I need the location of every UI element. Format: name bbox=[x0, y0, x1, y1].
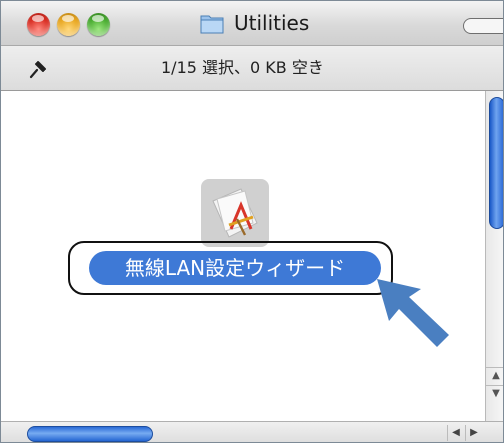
scroll-up-arrow-icon[interactable]: ▲ bbox=[486, 367, 503, 384]
status-bar: 1/15 選択、0 KB 空き bbox=[1, 46, 503, 91]
horizontal-scroll-thumb[interactable] bbox=[27, 426, 153, 442]
zoom-button[interactable] bbox=[87, 13, 110, 36]
scroll-right-arrow-icon[interactable]: ▶ bbox=[465, 425, 482, 441]
minimize-button[interactable] bbox=[57, 13, 80, 36]
scroll-down-arrow-icon[interactable]: ▼ bbox=[486, 385, 503, 402]
folder-icon bbox=[200, 15, 224, 34]
application-icon[interactable] bbox=[201, 179, 269, 247]
status-text: 1/15 選択、0 KB 空き bbox=[161, 58, 324, 77]
vertical-scroll-thumb[interactable] bbox=[489, 97, 503, 229]
file-label[interactable]: 無線LAN設定ウィザード bbox=[89, 251, 381, 285]
window-title: Utilities bbox=[234, 11, 310, 35]
toolbar-toggle-button[interactable] bbox=[463, 18, 503, 34]
pin-icon bbox=[29, 61, 46, 79]
close-button[interactable] bbox=[27, 13, 50, 36]
vertical-scrollbar[interactable]: ▲ ▼ bbox=[485, 91, 503, 421]
scroll-left-arrow-icon[interactable]: ◀ bbox=[447, 425, 464, 441]
finder-window: Utilities 1/15 選択、0 KB 空き 無線LAN設定ウィザード ▲… bbox=[0, 0, 504, 443]
title-bar[interactable]: Utilities bbox=[1, 1, 503, 46]
horizontal-scrollbar[interactable]: ◀ ▶ bbox=[1, 421, 503, 442]
pointer-arrow-icon bbox=[377, 279, 449, 347]
